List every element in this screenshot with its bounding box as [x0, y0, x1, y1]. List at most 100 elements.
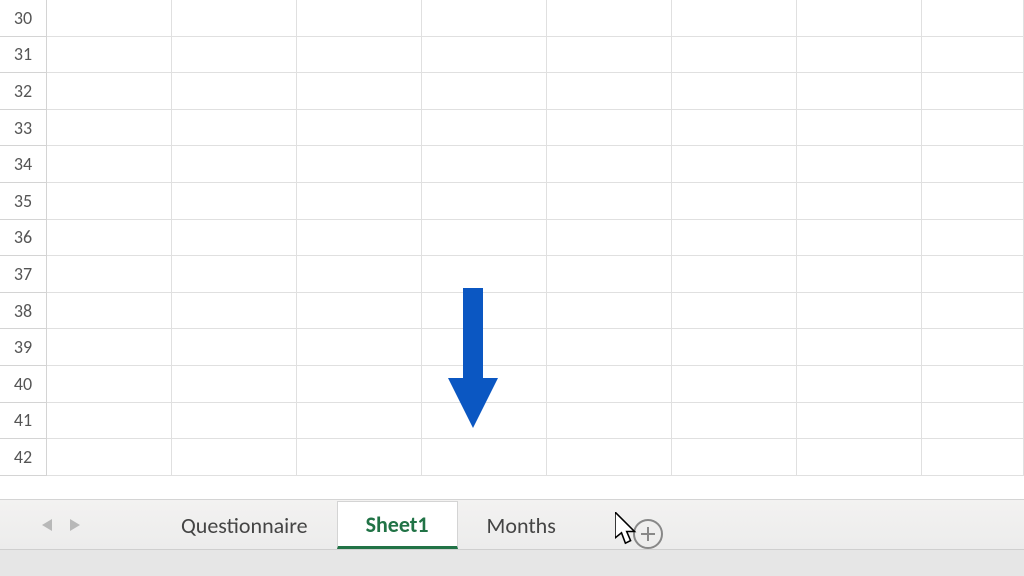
cell[interactable]	[422, 37, 547, 73]
cell[interactable]	[797, 146, 922, 182]
cell[interactable]	[172, 329, 297, 365]
cell[interactable]	[547, 110, 672, 146]
cell[interactable]	[672, 146, 797, 182]
cell[interactable]	[47, 293, 172, 329]
cell[interactable]	[547, 439, 672, 475]
cell[interactable]	[172, 37, 297, 73]
tab-nav-prev-icon[interactable]	[42, 519, 52, 531]
cell[interactable]	[47, 110, 172, 146]
cell[interactable]	[47, 37, 172, 73]
cell[interactable]	[922, 293, 1024, 329]
cell[interactable]	[547, 73, 672, 109]
cell[interactable]	[172, 366, 297, 402]
cell[interactable]	[422, 146, 547, 182]
tab-nav-next-icon[interactable]	[70, 519, 80, 531]
cell[interactable]	[172, 439, 297, 475]
cell[interactable]	[922, 403, 1024, 439]
new-sheet-button[interactable]	[633, 519, 663, 549]
cell[interactable]	[797, 73, 922, 109]
cell[interactable]	[922, 183, 1024, 219]
cell[interactable]	[47, 366, 172, 402]
cell[interactable]	[922, 329, 1024, 365]
sheet-tab-sheet1[interactable]: Sheet1	[337, 501, 458, 549]
cell[interactable]	[547, 220, 672, 256]
cell[interactable]	[672, 403, 797, 439]
row-header[interactable]: 39	[0, 329, 46, 366]
cell[interactable]	[672, 329, 797, 365]
cell[interactable]	[672, 183, 797, 219]
cell[interactable]	[47, 439, 172, 475]
cell[interactable]	[172, 73, 297, 109]
cell[interactable]	[297, 329, 422, 365]
cell[interactable]	[422, 256, 547, 292]
cell[interactable]	[297, 439, 422, 475]
cell[interactable]	[797, 293, 922, 329]
cell[interactable]	[672, 73, 797, 109]
cell[interactable]	[297, 220, 422, 256]
cell[interactable]	[547, 0, 672, 36]
cell[interactable]	[297, 256, 422, 292]
cell[interactable]	[172, 403, 297, 439]
cell[interactable]	[547, 37, 672, 73]
cell[interactable]	[172, 293, 297, 329]
sheet-tab-months[interactable]: Months	[458, 501, 585, 549]
cell[interactable]	[922, 439, 1024, 475]
cell[interactable]	[422, 439, 547, 475]
cell[interactable]	[547, 256, 672, 292]
row-header[interactable]: 35	[0, 183, 46, 220]
cell[interactable]	[47, 146, 172, 182]
cell[interactable]	[422, 220, 547, 256]
cell[interactable]	[672, 256, 797, 292]
cell[interactable]	[47, 0, 172, 36]
cell[interactable]	[672, 110, 797, 146]
cell[interactable]	[422, 73, 547, 109]
row-header[interactable]: 37	[0, 256, 46, 293]
cell[interactable]	[797, 366, 922, 402]
cell[interactable]	[672, 37, 797, 73]
cell[interactable]	[922, 110, 1024, 146]
cell[interactable]	[172, 220, 297, 256]
row-header[interactable]: 31	[0, 37, 46, 74]
cell[interactable]	[922, 366, 1024, 402]
cell[interactable]	[672, 220, 797, 256]
cell[interactable]	[47, 183, 172, 219]
cell[interactable]	[547, 183, 672, 219]
row-header[interactable]: 33	[0, 110, 46, 147]
cell[interactable]	[797, 403, 922, 439]
cell[interactable]	[172, 256, 297, 292]
cell[interactable]	[422, 0, 547, 36]
cell[interactable]	[672, 439, 797, 475]
cell[interactable]	[297, 146, 422, 182]
cell[interactable]	[797, 220, 922, 256]
cell[interactable]	[672, 293, 797, 329]
row-header[interactable]: 30	[0, 0, 46, 37]
cell[interactable]	[172, 146, 297, 182]
cell[interactable]	[547, 293, 672, 329]
cell[interactable]	[422, 110, 547, 146]
cell[interactable]	[422, 366, 547, 402]
cell[interactable]	[172, 0, 297, 36]
cell[interactable]	[672, 366, 797, 402]
cell[interactable]	[922, 256, 1024, 292]
cell[interactable]	[297, 403, 422, 439]
cell[interactable]	[172, 183, 297, 219]
cell[interactable]	[297, 0, 422, 36]
row-header[interactable]: 40	[0, 366, 46, 403]
cell[interactable]	[297, 366, 422, 402]
row-header[interactable]: 41	[0, 403, 46, 440]
cell[interactable]	[172, 110, 297, 146]
cell[interactable]	[422, 293, 547, 329]
row-header[interactable]: 34	[0, 146, 46, 183]
cell[interactable]	[47, 403, 172, 439]
sheet-tab-questionnaire[interactable]: Questionnaire	[152, 501, 337, 549]
cell[interactable]	[922, 37, 1024, 73]
cell[interactable]	[797, 256, 922, 292]
cell[interactable]	[797, 0, 922, 36]
cell[interactable]	[797, 439, 922, 475]
cell[interactable]	[922, 0, 1024, 36]
row-header[interactable]: 38	[0, 293, 46, 330]
cell[interactable]	[922, 146, 1024, 182]
cell[interactable]	[297, 183, 422, 219]
row-header[interactable]: 32	[0, 73, 46, 110]
cell[interactable]	[47, 220, 172, 256]
